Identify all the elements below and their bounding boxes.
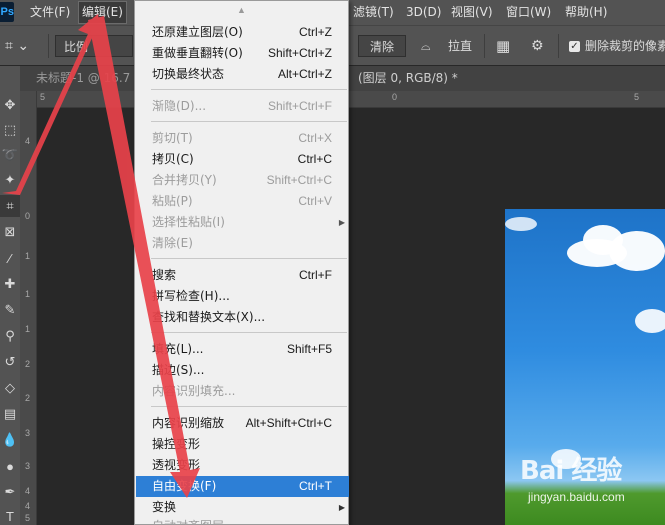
menu-item-transform[interactable]: 变换 ▶: [136, 497, 349, 518]
menu-item-copy[interactable]: 拷贝(C) Ctrl+C: [136, 149, 349, 170]
menu-window[interactable]: 窗口(W): [503, 0, 554, 25]
menu-separator: [151, 121, 347, 122]
menu-item-auto-align-layers[interactable]: 自动对齐图层...: [136, 516, 349, 525]
ruler-label: 5: [634, 92, 640, 102]
cloud: [505, 217, 537, 231]
menu-scroll-up-icon[interactable]: ▲: [135, 3, 348, 17]
ratio-select[interactable]: 比例: [55, 35, 133, 57]
menu-item-redo[interactable]: 重做垂直翻转(O) Shift+Ctrl+Z: [136, 43, 349, 64]
ruler-label: 2: [25, 359, 31, 369]
brush-tool-icon[interactable]: ✎: [0, 299, 20, 321]
menu-item-toggle-last-state[interactable]: 切换最终状态 Alt+Ctrl+Z: [136, 64, 349, 85]
ruler-label: 5: [25, 513, 31, 523]
lasso-tool-icon[interactable]: ➰: [0, 144, 20, 166]
move-tool-icon[interactable]: ✥: [0, 94, 20, 116]
ruler-label: 0: [25, 211, 31, 221]
menu-item-paste[interactable]: 粘贴(P) Ctrl+V: [136, 191, 349, 212]
ruler-label: 1: [25, 251, 31, 261]
magic-wand-tool-icon[interactable]: ✦: [0, 169, 20, 191]
divider: [558, 34, 559, 58]
menu-separator: [151, 89, 347, 90]
menu-item-content-aware-fill[interactable]: 内容识别填充...: [136, 381, 349, 402]
stamp-tool-icon[interactable]: ⚲: [0, 325, 20, 347]
menu-3d[interactable]: 3D(D): [403, 0, 444, 25]
menu-separator: [151, 332, 347, 333]
healing-brush-tool-icon[interactable]: ✚: [0, 273, 20, 295]
ruler-label: 5: [40, 92, 46, 102]
pen-tool-icon[interactable]: ✒: [0, 481, 20, 503]
clear-button[interactable]: 清除: [358, 35, 406, 57]
history-brush-tool-icon[interactable]: ↺: [0, 351, 20, 373]
menu-item-content-aware-scale[interactable]: 内容识别缩放 Alt+Shift+Ctrl+C: [136, 413, 349, 434]
menu-view[interactable]: 视图(V): [448, 0, 496, 25]
cloud: [609, 231, 665, 271]
ruler-vertical: 4 0 1 1 1 2 2 3 3 4 4 5: [20, 91, 37, 525]
straighten-button[interactable]: 拉直: [448, 35, 472, 57]
delete-cropped-checkbox[interactable]: ✓: [569, 41, 580, 52]
straighten-icon[interactable]: ⌓: [421, 35, 431, 57]
crop-tool-icon[interactable]: ⌗: [0, 195, 20, 217]
baidu-jingyan-logo: Bai 经验: [520, 456, 622, 486]
tab-untitled[interactable]: 未标题-1 @ 16.7: [36, 66, 130, 91]
menu-item-search[interactable]: 搜索 Ctrl+F: [136, 265, 349, 286]
toolbox: ✥ ⬚ ➰ ✦ ⌗ ⊠ ⁄ ✚ ✎ ⚲ ↺ ◇ ▤ 💧 ● ✒ T: [0, 66, 20, 525]
menu-edit[interactable]: 编辑(E): [78, 1, 127, 24]
menu-separator: [151, 406, 347, 407]
divider: [484, 34, 485, 58]
frame-tool-icon[interactable]: ⊠: [0, 221, 20, 243]
menu-separator: [151, 258, 347, 259]
submenu-arrow-icon: ▶: [338, 503, 345, 512]
ruler-horizontal: 5 0 5: [37, 91, 665, 108]
menu-item-spell-check[interactable]: 拼写检查(H)...: [136, 286, 349, 307]
dodge-tool-icon[interactable]: ●: [0, 455, 20, 477]
ruler-label: 2: [25, 393, 31, 403]
menu-item-fill[interactable]: 填充(L)... Shift+F5: [136, 339, 349, 360]
menu-item-cut[interactable]: 剪切(T) Ctrl+X: [136, 128, 349, 149]
ruler-label: 3: [25, 428, 31, 438]
ruler-label: 1: [25, 289, 31, 299]
edit-menu-dropdown: ▲ 还原建立图层(O) Ctrl+Z 重做垂直翻转(O) Shift+Ctrl+Z …: [134, 0, 349, 525]
grid-overlay-icon[interactable]: ▦: [496, 35, 510, 57]
photoshop-logo: Ps: [0, 2, 14, 22]
cloud: [635, 309, 665, 333]
menu-item-undo[interactable]: 还原建立图层(O) Ctrl+Z: [136, 22, 349, 43]
menu-filter[interactable]: 滤镜(T): [350, 0, 397, 25]
submenu-arrow-icon: ▶: [338, 218, 345, 227]
watermark-url: jingyan.baidu.com: [528, 490, 625, 504]
menu-item-paste-special[interactable]: 选择性粘贴(I) ▶: [136, 212, 349, 233]
tab-active-document[interactable]: (图层 0, RGB/8) *: [358, 66, 458, 91]
menu-item-free-transform[interactable]: 自由变换(F) Ctrl+T: [136, 476, 349, 497]
eraser-tool-icon[interactable]: ◇: [0, 377, 20, 399]
marquee-tool-icon[interactable]: ⬚: [0, 119, 20, 141]
blur-tool-icon[interactable]: 💧: [0, 429, 20, 451]
ruler-label: 4: [25, 501, 31, 511]
baidu-watermark: Bai 经验 jingyan.baidu.com: [520, 450, 665, 520]
delete-cropped-label: 删除裁剪的像素: [585, 39, 665, 53]
menu-item-stroke[interactable]: 描边(S)...: [136, 360, 349, 381]
menu-item-copy-merged[interactable]: 合并拷贝(Y) Shift+Ctrl+C: [136, 170, 349, 191]
ruler-label: 0: [392, 92, 398, 102]
menu-item-perspective-warp[interactable]: 透视变形: [136, 455, 349, 476]
menu-help[interactable]: 帮助(H): [562, 0, 610, 25]
ruler-label: 4: [25, 136, 31, 146]
ruler-label: 1: [25, 324, 31, 334]
divider: [48, 34, 49, 58]
menu-item-fade[interactable]: 渐隐(D)... Shift+Ctrl+F: [136, 96, 349, 117]
menu-item-clear[interactable]: 清除(E): [136, 233, 349, 254]
menu-file[interactable]: 文件(F): [27, 0, 73, 25]
gear-icon[interactable]: ⚙: [531, 35, 544, 57]
crop-tool-preset-icon[interactable]: ⌗ ⌄: [5, 35, 29, 57]
ruler-label: 3: [25, 461, 31, 471]
menu-item-find-replace[interactable]: 查找和替换文本(X)...: [136, 307, 349, 328]
type-tool-icon[interactable]: T: [0, 505, 20, 525]
eyedropper-tool-icon[interactable]: ⁄: [0, 247, 20, 269]
menu-item-puppet-warp[interactable]: 操控变形: [136, 434, 349, 455]
ruler-label: 4: [25, 486, 31, 496]
gradient-tool-icon[interactable]: ▤: [0, 403, 20, 425]
